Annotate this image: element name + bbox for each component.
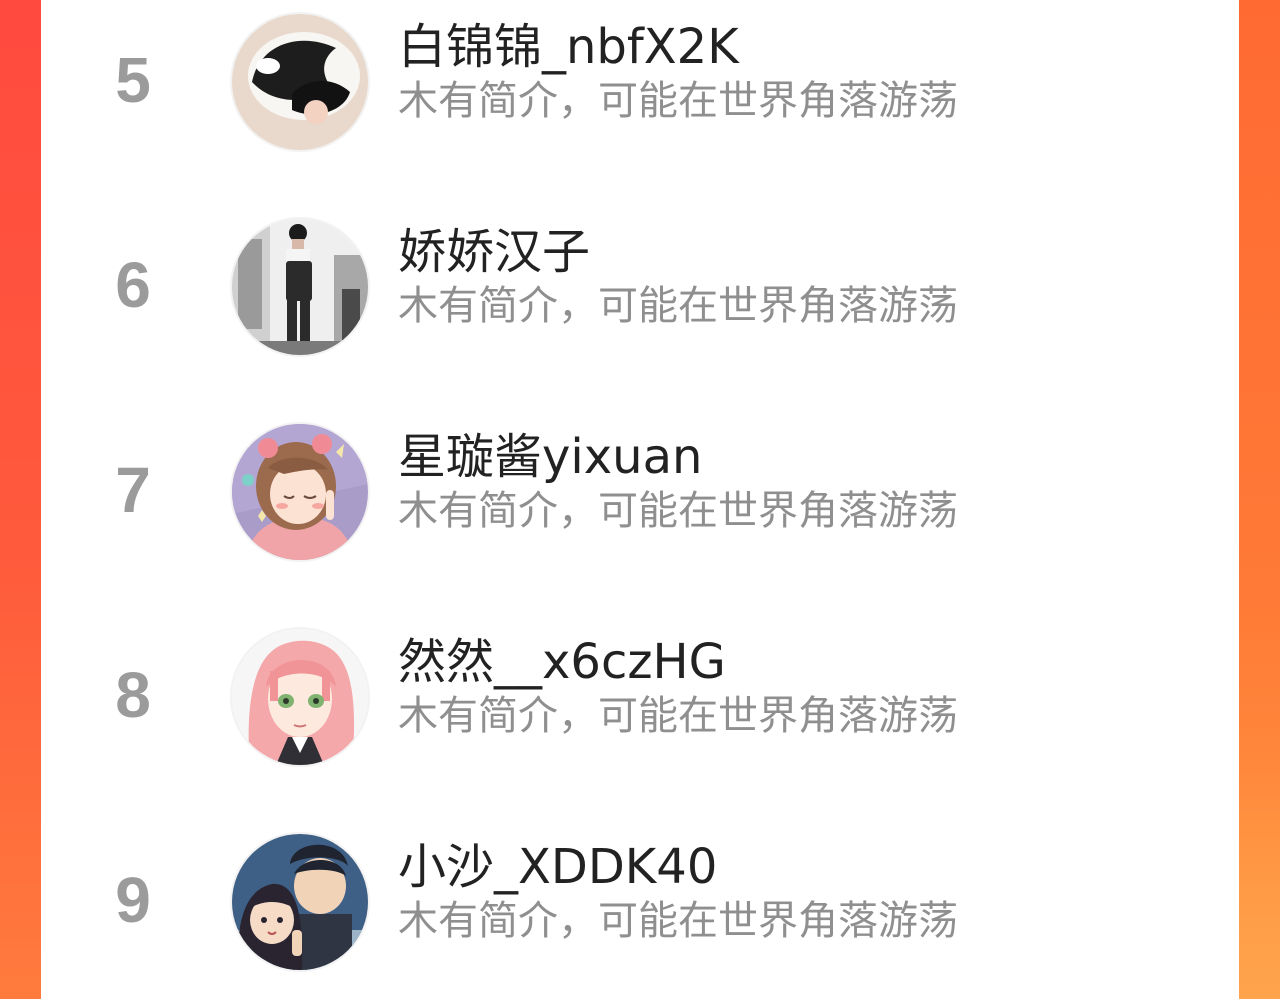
rank-number: 5 xyxy=(115,44,151,116)
rank-number: 9 xyxy=(115,864,151,936)
user-bio: 木有简介，可能在世界角落游荡 xyxy=(398,78,958,124)
list-item[interactable]: 5 白锦锦_nbfX2K 木有简介，可能在世界角落游荡 xyxy=(41,0,1239,165)
user-bio: 木有简介，可能在世界角落游荡 xyxy=(398,283,958,329)
avatar[interactable] xyxy=(230,832,370,972)
ranking-list: 5 白锦锦_nbfX2K 木有简介，可能在世界角落游荡 6 娇娇汉子 木有简介，… xyxy=(41,0,1239,999)
rank-number: 6 xyxy=(115,249,151,321)
user-nickname: 小沙_XDDK40 xyxy=(398,839,718,895)
list-item[interactable]: 9 小沙_XDDK40 木有简介，可能在世界角落游荡 xyxy=(41,815,1239,985)
anime-girl-avatar-icon xyxy=(232,424,368,560)
rank-number: 7 xyxy=(115,454,151,526)
avatar[interactable] xyxy=(230,422,370,562)
user-bio: 木有简介，可能在世界角落游荡 xyxy=(398,488,958,534)
avatar[interactable] xyxy=(230,12,370,152)
user-nickname: 白锦锦_nbfX2K xyxy=(398,19,739,75)
list-item[interactable]: 7 星璇酱yixuan 木有简介，可能在世界角落游荡 xyxy=(41,405,1239,575)
list-item[interactable]: 6 娇娇汉子 木有简介，可能在世界角落游荡 xyxy=(41,200,1239,370)
user-nickname: 然然__x6czHG xyxy=(398,634,726,690)
cat-avatar-icon xyxy=(232,14,368,150)
user-nickname: 娇娇汉子 xyxy=(398,224,591,280)
rank-number: 8 xyxy=(115,659,151,731)
user-bio: 木有简介，可能在世界角落游荡 xyxy=(398,693,958,739)
girl-photo-avatar-icon xyxy=(232,219,368,355)
user-nickname: 星璇酱yixuan xyxy=(398,429,703,485)
user-bio: 木有简介，可能在世界角落游荡 xyxy=(398,898,958,944)
ranking-panel: 5 白锦锦_nbfX2K 木有简介，可能在世界角落游荡 6 娇娇汉子 木有简介，… xyxy=(41,0,1239,999)
avatar[interactable] xyxy=(230,217,370,357)
couple-avatar-icon xyxy=(232,834,368,970)
pink-hair-avatar-icon xyxy=(232,629,368,765)
list-item[interactable]: 8 然然__x6czHG 木有简介，可能在世界角落游荡 xyxy=(41,610,1239,780)
background-gradient-right xyxy=(1239,0,1280,999)
avatar[interactable] xyxy=(230,627,370,767)
